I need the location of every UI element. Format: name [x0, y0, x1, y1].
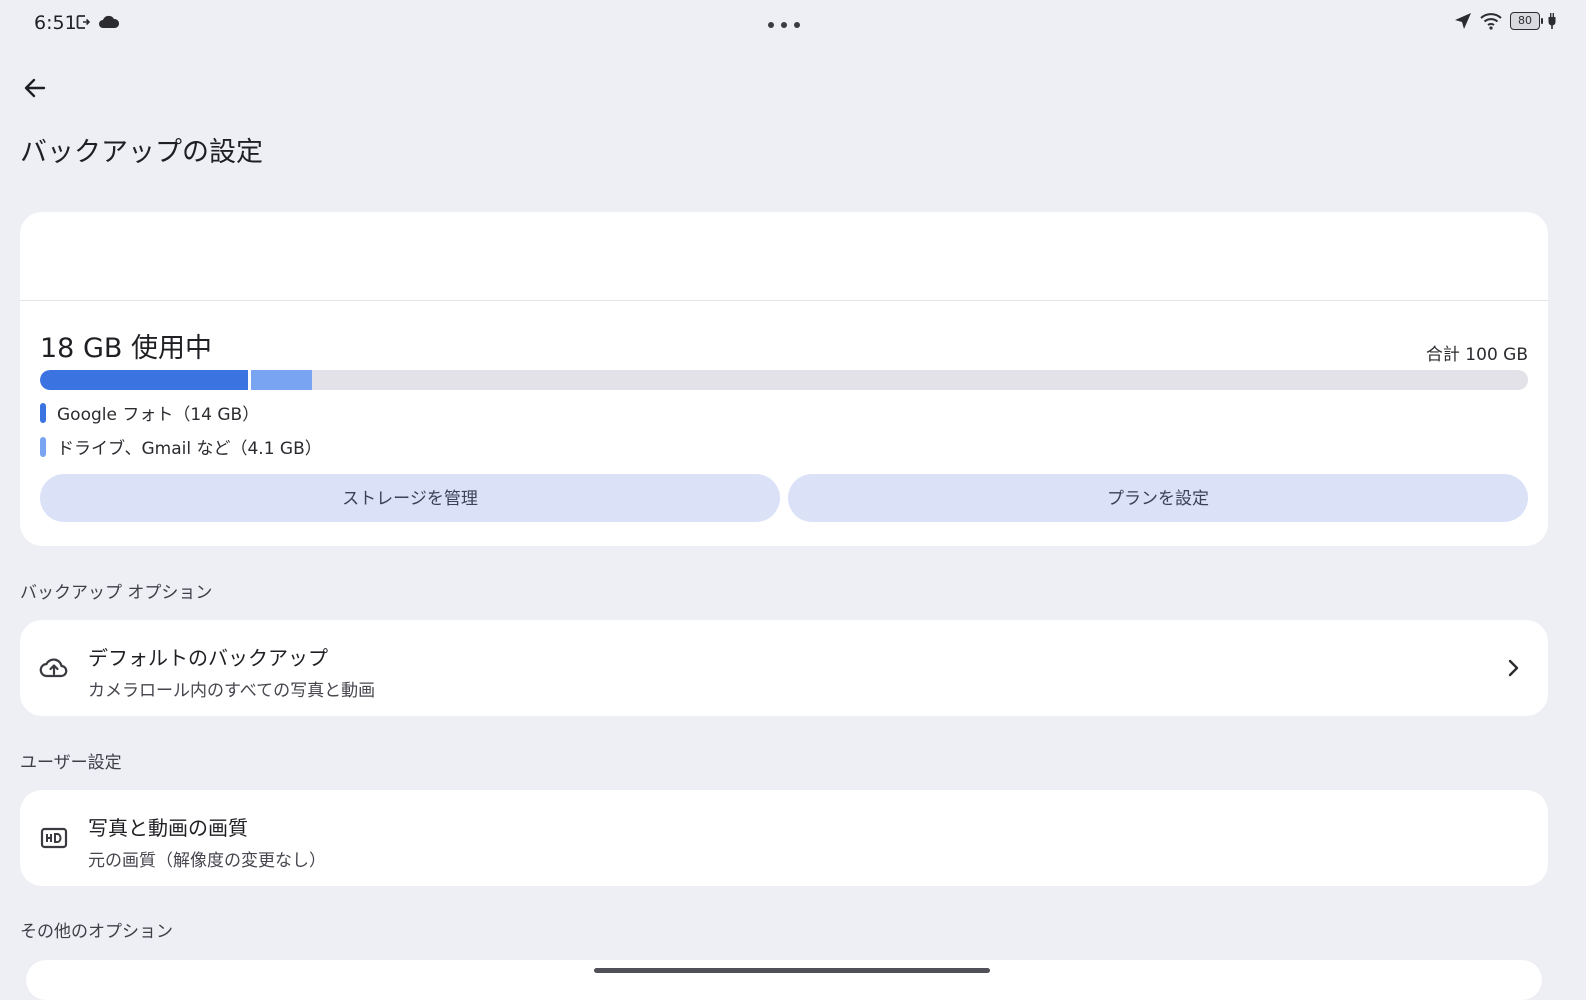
photo-quality-item[interactable]: 写真と動画の画質 元の画質（解像度の変更なし） [20, 790, 1548, 886]
section-label-user-settings: ユーザー設定 [20, 753, 122, 773]
screen-record-icon [76, 15, 90, 29]
default-backup-item[interactable]: デフォルトのバックアップ カメラロール内のすべての写真と動画 [20, 620, 1548, 716]
legend-drive-label: ドライブ、Gmail など（4.1 GB） [57, 439, 322, 459]
set-plan-button[interactable]: プランを設定 [788, 474, 1528, 522]
storage-bar-photos [40, 370, 249, 390]
legend-photos: Google フォト（14 GB） [40, 400, 259, 425]
status-right-icons: 80 [1454, 12, 1556, 30]
legend-drive-marker [40, 436, 46, 457]
storage-bar [40, 370, 1528, 390]
storage-total-label: 合計 100 GB [1425, 345, 1528, 365]
section-label-other-options: その他のオプション [20, 922, 173, 942]
page-title: バックアップの設定 [20, 137, 263, 168]
storage-banner [20, 212, 1548, 301]
storage-card: 18 GB 使用中 合計 100 GB Google フォト（14 GB） ドラ… [20, 212, 1548, 546]
photo-quality-subtitle: 元の画質（解像度の変更なし） [88, 851, 326, 871]
legend-drive: ドライブ、Gmail など（4.1 GB） [40, 434, 322, 459]
storage-used-label: 18 GB 使用中 [40, 333, 212, 364]
home-indicator[interactable] [594, 968, 990, 973]
battery-icon: 80 [1510, 12, 1543, 30]
wifi-icon [1480, 13, 1502, 30]
multitask-dots-icon[interactable] [768, 22, 800, 28]
charging-icon [1548, 13, 1556, 29]
legend-photos-marker [40, 402, 46, 423]
hd-icon [40, 827, 68, 849]
manage-storage-button[interactable]: ストレージを管理 [40, 474, 780, 522]
storage-bar-drive [251, 370, 313, 390]
photo-quality-title: 写真と動画の画質 [88, 816, 248, 840]
status-left-icons [76, 14, 120, 30]
default-backup-subtitle: カメラロール内のすべての写真と動画 [88, 681, 376, 701]
other-options-card[interactable] [26, 960, 1542, 1000]
location-arrow-icon [1455, 13, 1471, 29]
chevron-right-icon [1508, 659, 1519, 677]
legend-photos-label: Google フォト（14 GB） [57, 405, 260, 425]
back-arrow-icon[interactable] [22, 75, 48, 101]
status-time: 6:51 [34, 12, 77, 34]
status-bar: 6:51 80 [0, 0, 1586, 50]
default-backup-title: デフォルトのバックアップ [88, 646, 328, 670]
cloud-icon [99, 15, 120, 28]
cloud-upload-icon [39, 658, 68, 678]
section-label-backup-options: バックアップ オプション [20, 583, 213, 603]
